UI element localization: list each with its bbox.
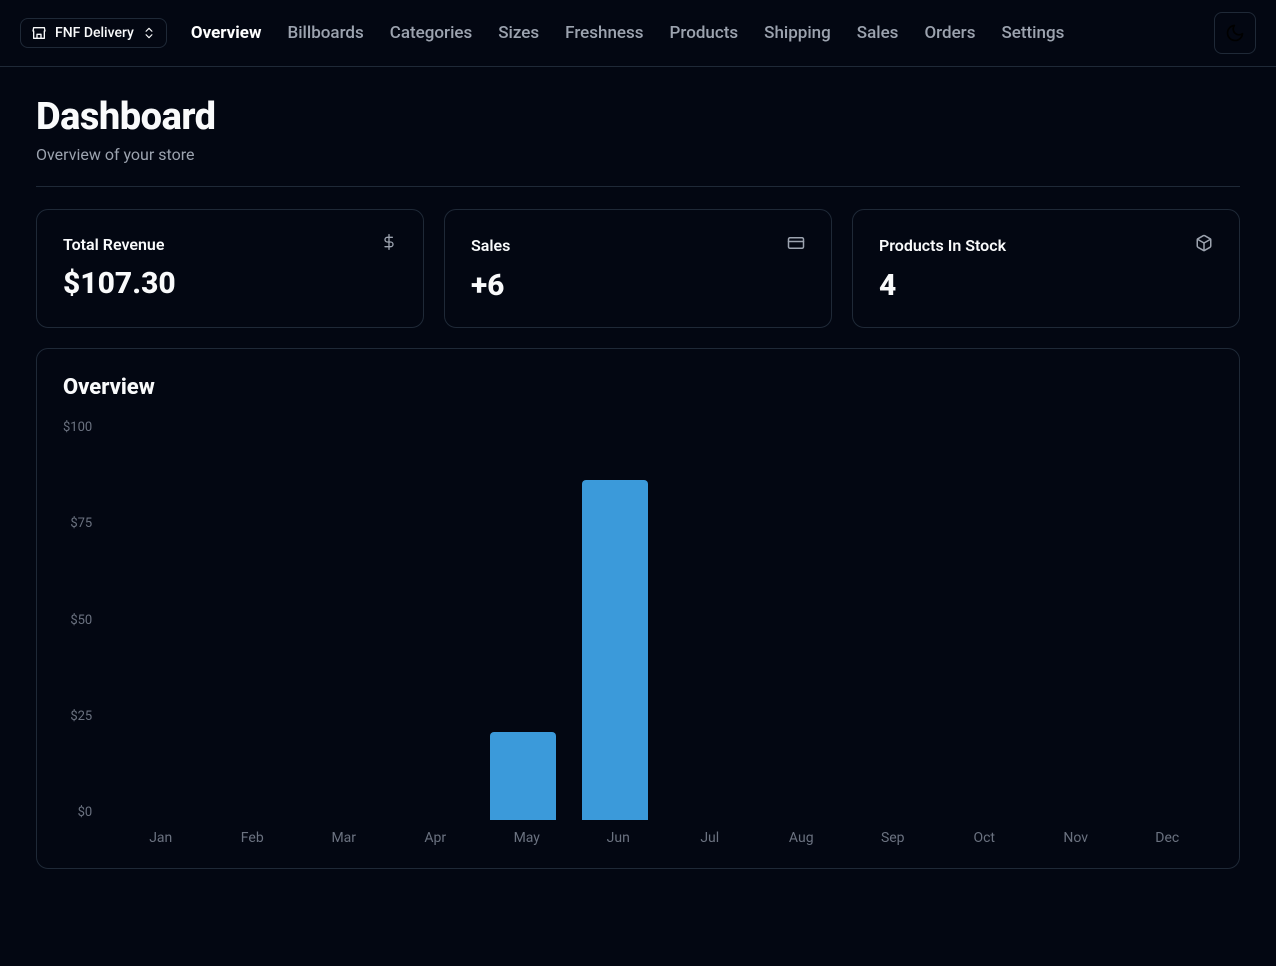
chart-area: $100 $75 $50 $25 $0 (63, 420, 1213, 820)
dollar-icon (381, 234, 397, 254)
card-sales: Sales +6 (444, 209, 832, 328)
credit-card-icon (787, 234, 805, 256)
y-tick: $25 (70, 709, 92, 724)
x-tick: Mar (298, 830, 390, 846)
nav-products[interactable]: Products (670, 23, 739, 43)
bar-col (200, 420, 292, 820)
x-tick: Jul (664, 830, 756, 846)
bar (490, 732, 556, 820)
y-tick: $75 (70, 516, 92, 531)
bar-col (661, 420, 753, 820)
nav-overview[interactable]: Overview (191, 23, 262, 43)
card-stock-label: Products In Stock (879, 236, 1006, 255)
bar (582, 480, 648, 820)
nav-categories[interactable]: Categories (390, 23, 473, 43)
bar-col (108, 420, 200, 820)
nav-shipping[interactable]: Shipping (764, 23, 831, 43)
card-sales-label: Sales (471, 236, 510, 255)
x-tick: Jan (115, 830, 207, 846)
x-tick: Sep (847, 830, 939, 846)
bar-col (1029, 420, 1121, 820)
bar-col (937, 420, 1029, 820)
package-icon (1195, 234, 1213, 256)
divider (36, 186, 1240, 187)
x-axis: JanFebMarAprMayJunJulAugSepOctNovDec (115, 830, 1213, 846)
store-icon (31, 25, 47, 41)
card-stock-value: 4 (879, 268, 1213, 303)
store-selector[interactable]: FNF Delivery (20, 18, 167, 49)
bar-col (753, 420, 845, 820)
x-tick: Dec (1122, 830, 1214, 846)
y-axis: $100 $75 $50 $25 $0 (63, 420, 108, 820)
x-tick: May (481, 830, 573, 846)
x-tick: Apr (390, 830, 482, 846)
nav-sizes[interactable]: Sizes (498, 23, 539, 43)
card-stock: Products In Stock 4 (852, 209, 1240, 328)
bar-col (845, 420, 937, 820)
theme-toggle[interactable] (1214, 12, 1256, 54)
nav-billboards[interactable]: Billboards (287, 23, 363, 43)
main-content: Dashboard Overview of your store Total R… (0, 67, 1276, 897)
moon-icon (1225, 23, 1245, 43)
x-tick: Nov (1030, 830, 1122, 846)
card-revenue: Total Revenue $107.30 (36, 209, 424, 328)
bar-col (384, 420, 476, 820)
y-tick: $0 (78, 805, 93, 820)
stat-cards: Total Revenue $107.30 Sales +6 Products … (36, 209, 1240, 328)
chart-title: Overview (63, 375, 1213, 400)
header: FNF Delivery Overview Billboards Categor… (0, 0, 1276, 67)
bar-col (569, 420, 661, 820)
y-tick: $100 (63, 420, 92, 435)
page-subtitle: Overview of your store (36, 145, 1240, 164)
chart-card: Overview $100 $75 $50 $25 $0 JanFebMarAp… (36, 348, 1240, 869)
chevrons-up-down-icon (142, 26, 156, 40)
x-tick: Jun (573, 830, 665, 846)
x-tick: Feb (207, 830, 299, 846)
store-name: FNF Delivery (55, 25, 134, 42)
card-revenue-value: $107.30 (63, 266, 397, 301)
main-nav: Overview Billboards Categories Sizes Fre… (191, 23, 1190, 43)
nav-settings[interactable]: Settings (1001, 23, 1064, 43)
x-tick: Aug (756, 830, 848, 846)
nav-orders[interactable]: Orders (924, 23, 975, 43)
bar-col (476, 420, 568, 820)
card-revenue-label: Total Revenue (63, 235, 164, 254)
plot-area (108, 420, 1213, 820)
nav-sales[interactable]: Sales (857, 23, 899, 43)
card-sales-value: +6 (471, 268, 805, 303)
x-tick: Oct (939, 830, 1031, 846)
nav-freshness[interactable]: Freshness (565, 23, 643, 43)
bar-col (1121, 420, 1213, 820)
y-tick: $50 (70, 613, 92, 628)
bar-col (292, 420, 384, 820)
page-title: Dashboard (36, 95, 1240, 139)
